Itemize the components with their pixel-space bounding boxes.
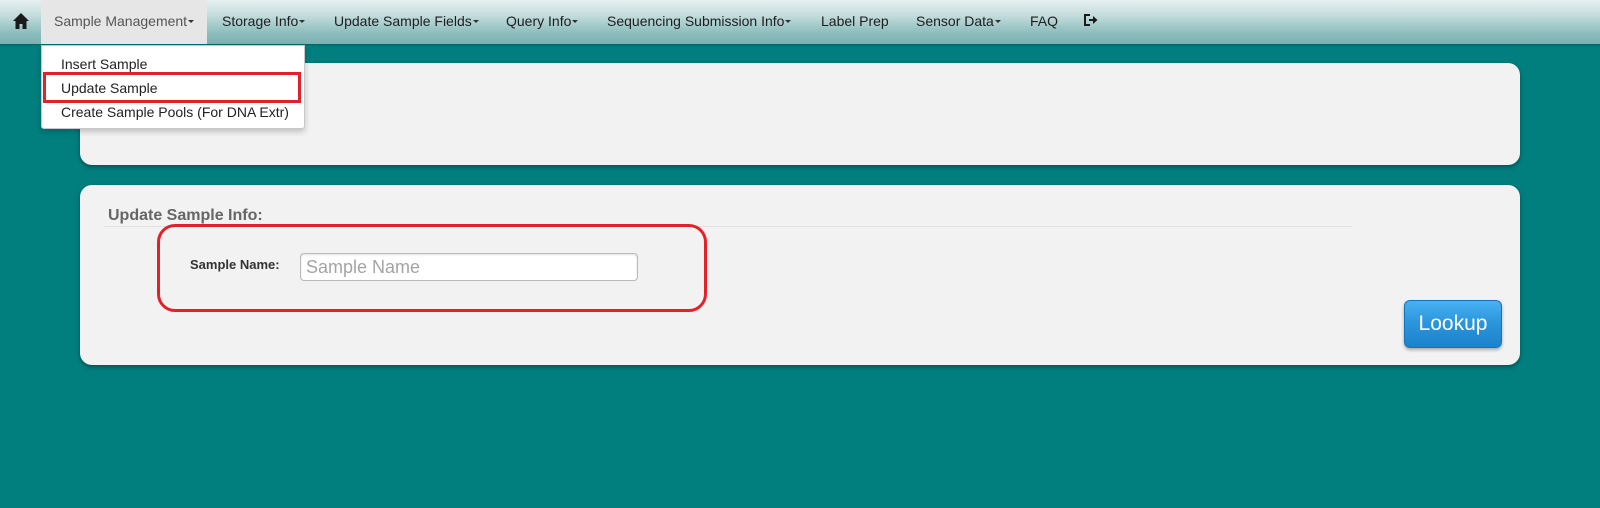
sample-name-input[interactable]: [300, 253, 638, 281]
home-icon[interactable]: [12, 12, 30, 30]
nav-faq[interactable]: FAQ: [1030, 0, 1058, 44]
nav-sample-management[interactable]: Sample Management: [41, 0, 208, 44]
nav-sensor-data[interactable]: Sensor Data: [916, 0, 1001, 44]
menu-item-update-sample[interactable]: Update Sample: [61, 80, 158, 96]
caret-down-icon: [188, 19, 195, 23]
nav-label: Sensor Data: [916, 13, 994, 29]
menu-item-insert-sample[interactable]: Insert Sample: [61, 56, 147, 72]
caret-down-icon: [785, 19, 792, 23]
caret-down-icon: [299, 19, 306, 23]
nav-label-prep[interactable]: Label Prep: [821, 0, 889, 44]
caret-down-icon: [572, 19, 579, 23]
nav-label: Update Sample Fields: [334, 13, 472, 29]
caret-down-icon: [994, 19, 1001, 23]
nav-sequencing-submission-info[interactable]: Sequencing Submission Info: [607, 0, 792, 44]
sample-name-label: Sample Name:: [190, 257, 280, 272]
nav-storage-info[interactable]: Storage Info: [222, 0, 306, 44]
nav-label: Sample Management: [54, 13, 188, 29]
nav-label: Label Prep: [821, 13, 889, 29]
nav-update-sample-fields[interactable]: Update Sample Fields: [334, 0, 479, 44]
nav-label: FAQ: [1030, 13, 1059, 29]
nav-label: Sequencing Submission Info: [607, 13, 785, 29]
sample-management-dropdown: Insert Sample Update Sample Create Sampl…: [41, 45, 305, 129]
lookup-button[interactable]: Lookup: [1404, 300, 1502, 348]
update-sample-panel: Update Sample Info:: [80, 185, 1520, 365]
heading-divider: [104, 226, 1352, 227]
nav-query-info[interactable]: Query Info: [506, 0, 579, 44]
nav-label: Query Info: [506, 13, 572, 29]
top-navbar: Sample Management Storage Info Update Sa…: [0, 0, 1600, 44]
menu-item-create-sample-pools[interactable]: Create Sample Pools (For DNA Extr): [61, 104, 289, 120]
logout-icon[interactable]: [1082, 12, 1098, 28]
panel-heading: Update Sample Info:: [108, 207, 263, 224]
nav-label: Storage Info: [222, 13, 299, 29]
caret-down-icon: [472, 19, 479, 23]
